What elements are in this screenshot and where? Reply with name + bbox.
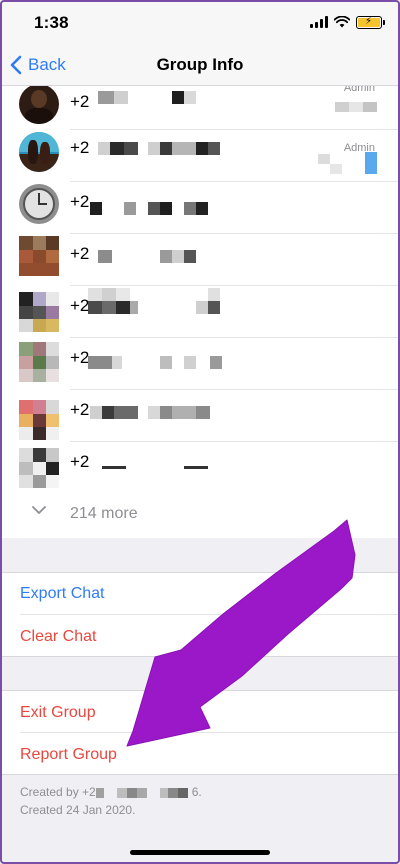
export-chat-button[interactable]: Export Chat [20, 585, 104, 603]
chat-actions-section: Export Chat Clear Chat [0, 572, 400, 657]
member-row[interactable]: +2 [0, 286, 400, 338]
member-avatar [19, 86, 59, 124]
signal-icon [310, 16, 328, 28]
status-time: 1:38 [34, 13, 69, 32]
member-phone: +2 [70, 192, 90, 211]
show-more-members[interactable]: 214 more [0, 490, 400, 538]
charging-bolt-icon: ⚡ [365, 15, 373, 27]
member-row[interactable]: +2 [0, 338, 400, 390]
group-actions-section: Exit Group Report Group [0, 690, 400, 775]
member-row[interactable]: +2 [0, 442, 400, 494]
created-by-suffix: 6. [191, 785, 202, 799]
member-avatar [19, 400, 59, 440]
member-avatar [19, 236, 59, 276]
member-phone: +2 [70, 296, 90, 315]
member-avatar [19, 292, 59, 332]
created-on-line: Created 24 Jan 2020. [20, 803, 136, 817]
members-list: +2 Admin +2 Admin +2 +2 +2 +2 +2 +2 214 … [0, 86, 400, 538]
member-phone: +2 [70, 348, 90, 367]
chevron-down-icon [32, 506, 46, 514]
member-row[interactable]: +2 [0, 390, 400, 442]
member-row[interactable]: +2 Admin [0, 86, 400, 130]
member-avatar [19, 342, 59, 382]
member-phone: +2 [70, 244, 90, 263]
exit-group-button[interactable]: Exit Group [20, 704, 96, 722]
member-phone: +2 [70, 400, 90, 419]
wifi-icon [334, 16, 350, 28]
member-avatar [19, 132, 59, 172]
status-bar: 1:38 ⚡ [0, 0, 400, 44]
status-icons: ⚡ [310, 15, 385, 29]
member-avatar [19, 448, 59, 488]
created-by-line: Created by +2 6. [20, 783, 202, 801]
more-members-label: 214 more [70, 505, 138, 522]
navigation-bar: Back Group Info [0, 44, 400, 86]
page-title: Group Info [156, 55, 244, 74]
report-group-button[interactable]: Report Group [20, 746, 117, 764]
battery-icon: ⚡ [356, 15, 385, 29]
member-avatar [19, 184, 59, 224]
member-row[interactable]: +2 [0, 234, 400, 286]
member-phone: +2 [70, 138, 90, 157]
home-indicator[interactable] [130, 850, 270, 855]
admin-badge: Admin [343, 86, 375, 94]
clear-chat-button[interactable]: Clear Chat [20, 628, 96, 646]
member-row[interactable]: +2 [0, 182, 400, 234]
member-phone: +2 [70, 92, 90, 111]
created-by-prefix: Created by +2 [20, 785, 96, 799]
group-created-info: Created by +2 6. Created 24 Jan 2020. [20, 783, 202, 819]
member-row[interactable]: +2 Admin [0, 130, 400, 182]
member-phone: +2 [70, 452, 90, 471]
